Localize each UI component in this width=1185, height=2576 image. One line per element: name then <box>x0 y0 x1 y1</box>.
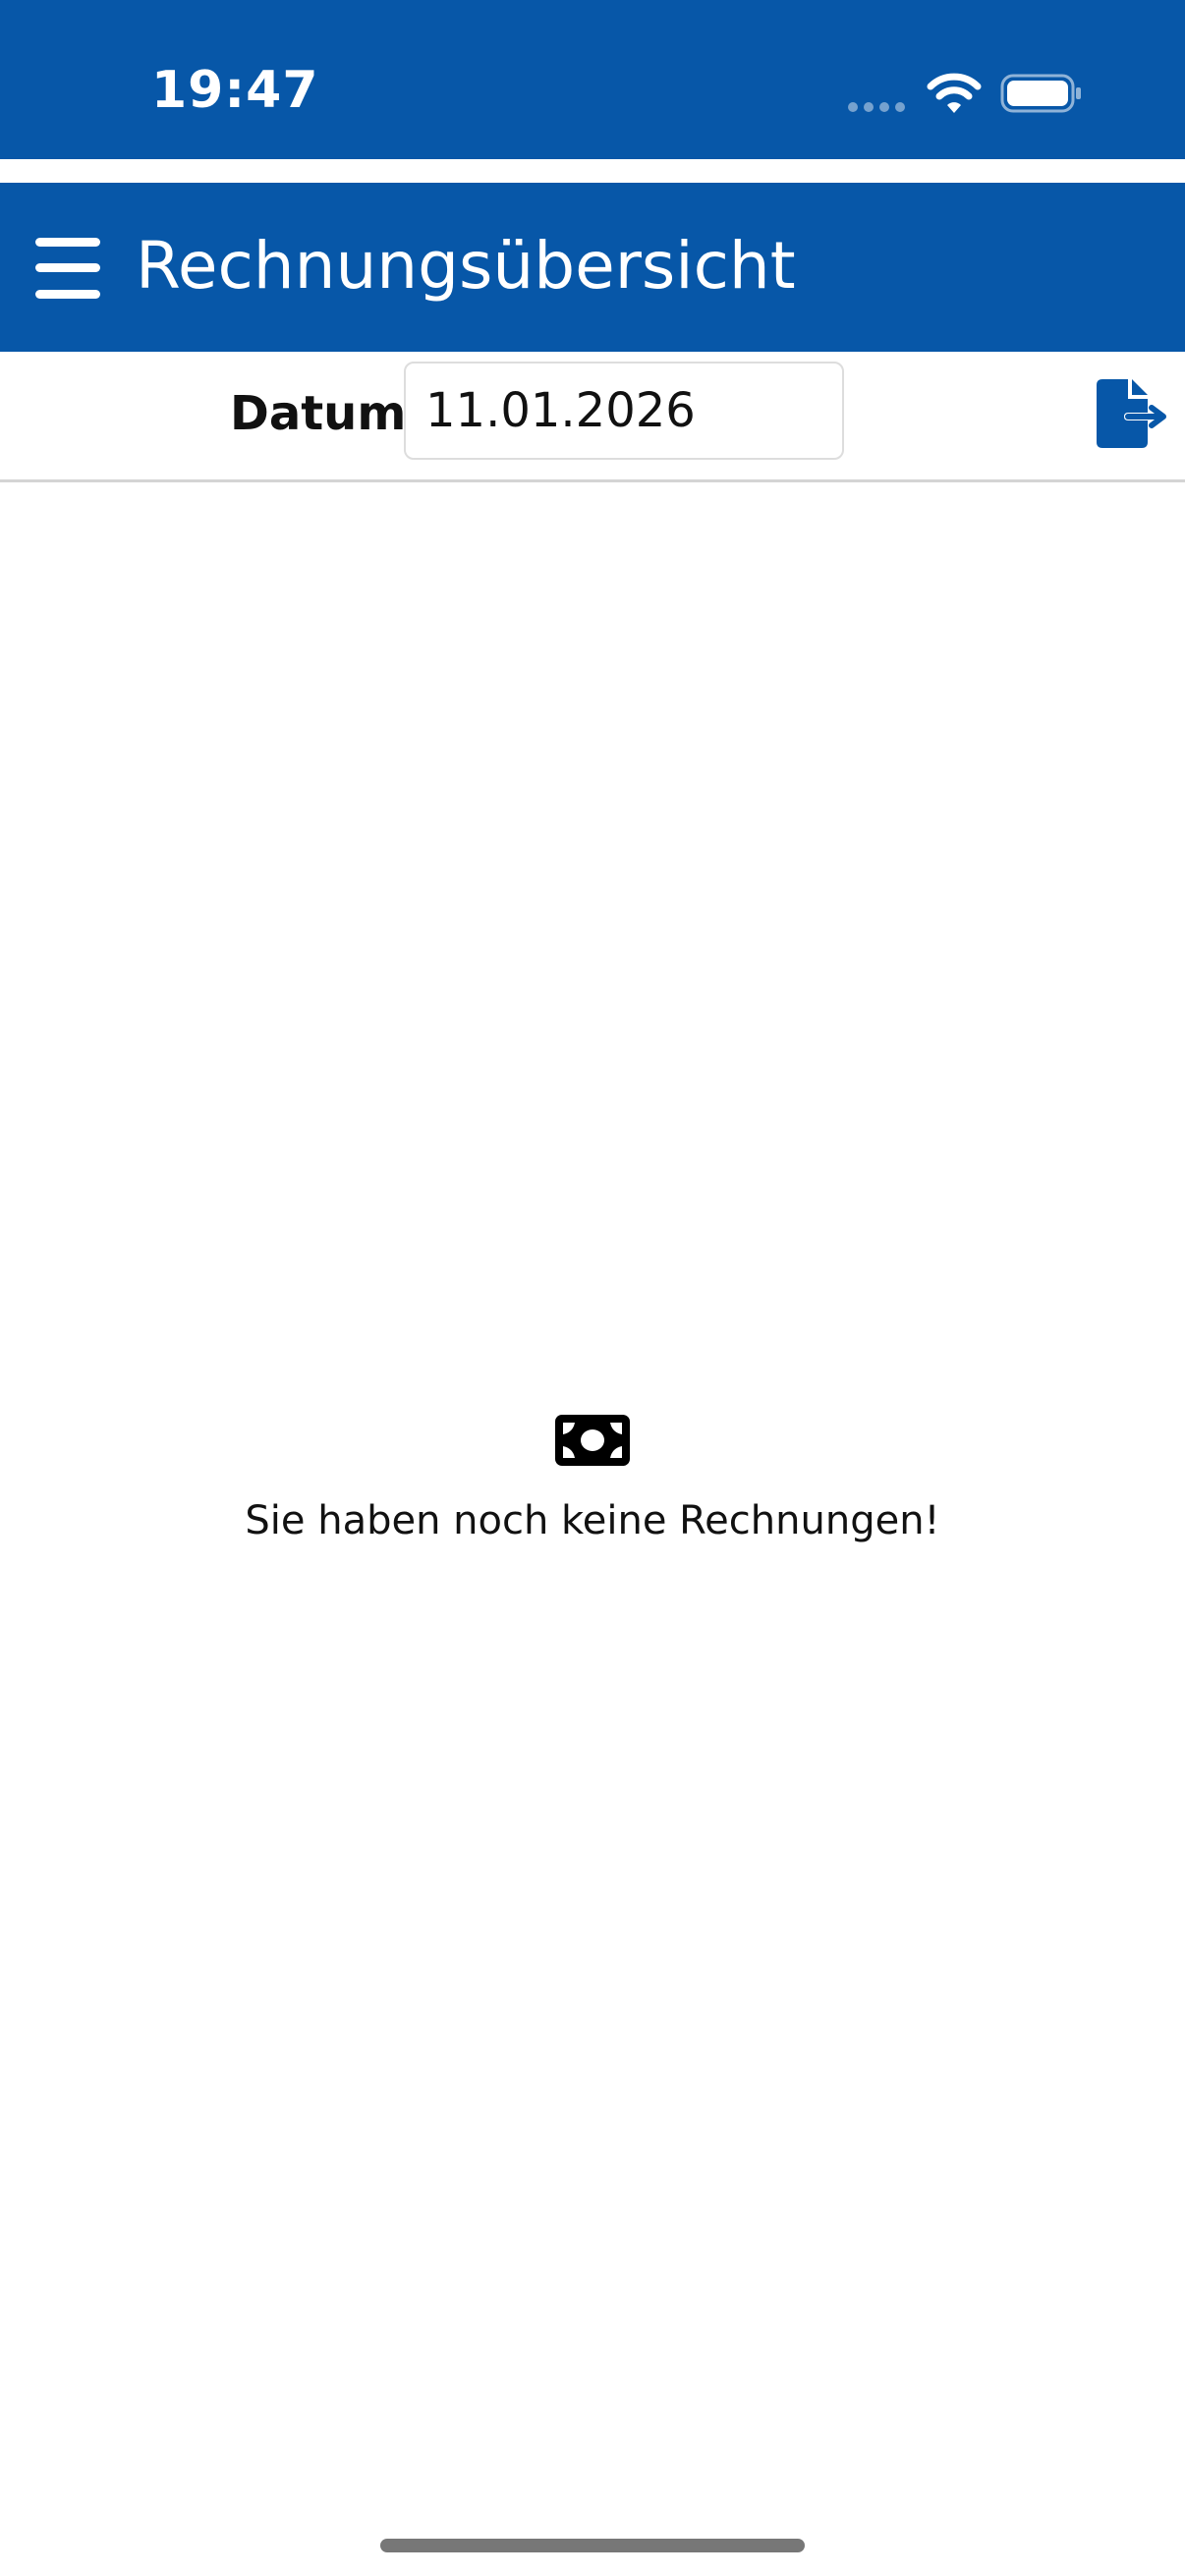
page-title: Rechnungsübersicht <box>136 228 796 304</box>
date-input[interactable] <box>404 362 844 460</box>
file-export-icon[interactable] <box>1091 377 1169 450</box>
status-bar: 19:47 <box>0 0 1185 159</box>
app-header: Rechnungsübersicht <box>0 183 1185 352</box>
money-bill-icon <box>555 1415 630 1466</box>
wifi-icon <box>927 73 982 113</box>
header-gap <box>0 159 1185 183</box>
home-indicator[interactable] <box>380 2539 805 2552</box>
date-filter-row: Datum <box>0 352 1185 482</box>
cellular-signal-icon <box>848 102 905 112</box>
hamburger-menu-icon[interactable] <box>35 238 100 299</box>
empty-state: Sie haben noch keine Rechnungen! <box>0 1415 1185 1548</box>
status-time: 19:47 <box>151 61 319 120</box>
battery-icon <box>1000 74 1081 113</box>
date-label: Datum <box>230 386 407 441</box>
empty-state-message: Sie haben noch keine Rechnungen! <box>245 1498 940 1543</box>
